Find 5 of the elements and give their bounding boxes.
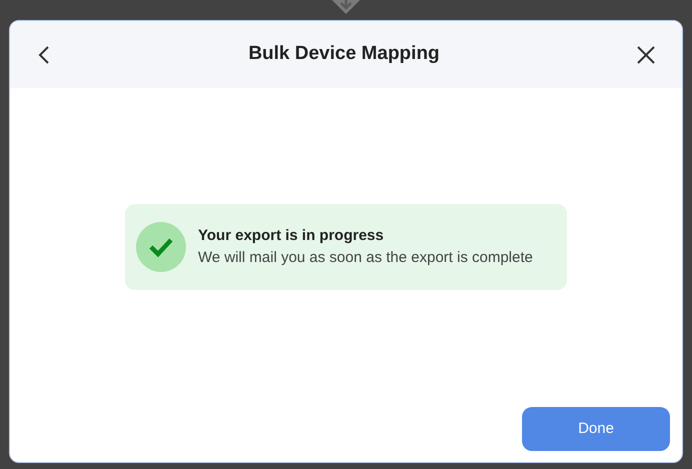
alert-title: Your export is in progress — [198, 226, 385, 246]
dialog-title: Bulk Device Mapping — [248, 42, 440, 66]
check-icon — [136, 222, 186, 272]
alert-message: We will mail you as soon as the export is complete — [198, 248, 533, 268]
done-button[interactable]: Done — [522, 407, 670, 451]
